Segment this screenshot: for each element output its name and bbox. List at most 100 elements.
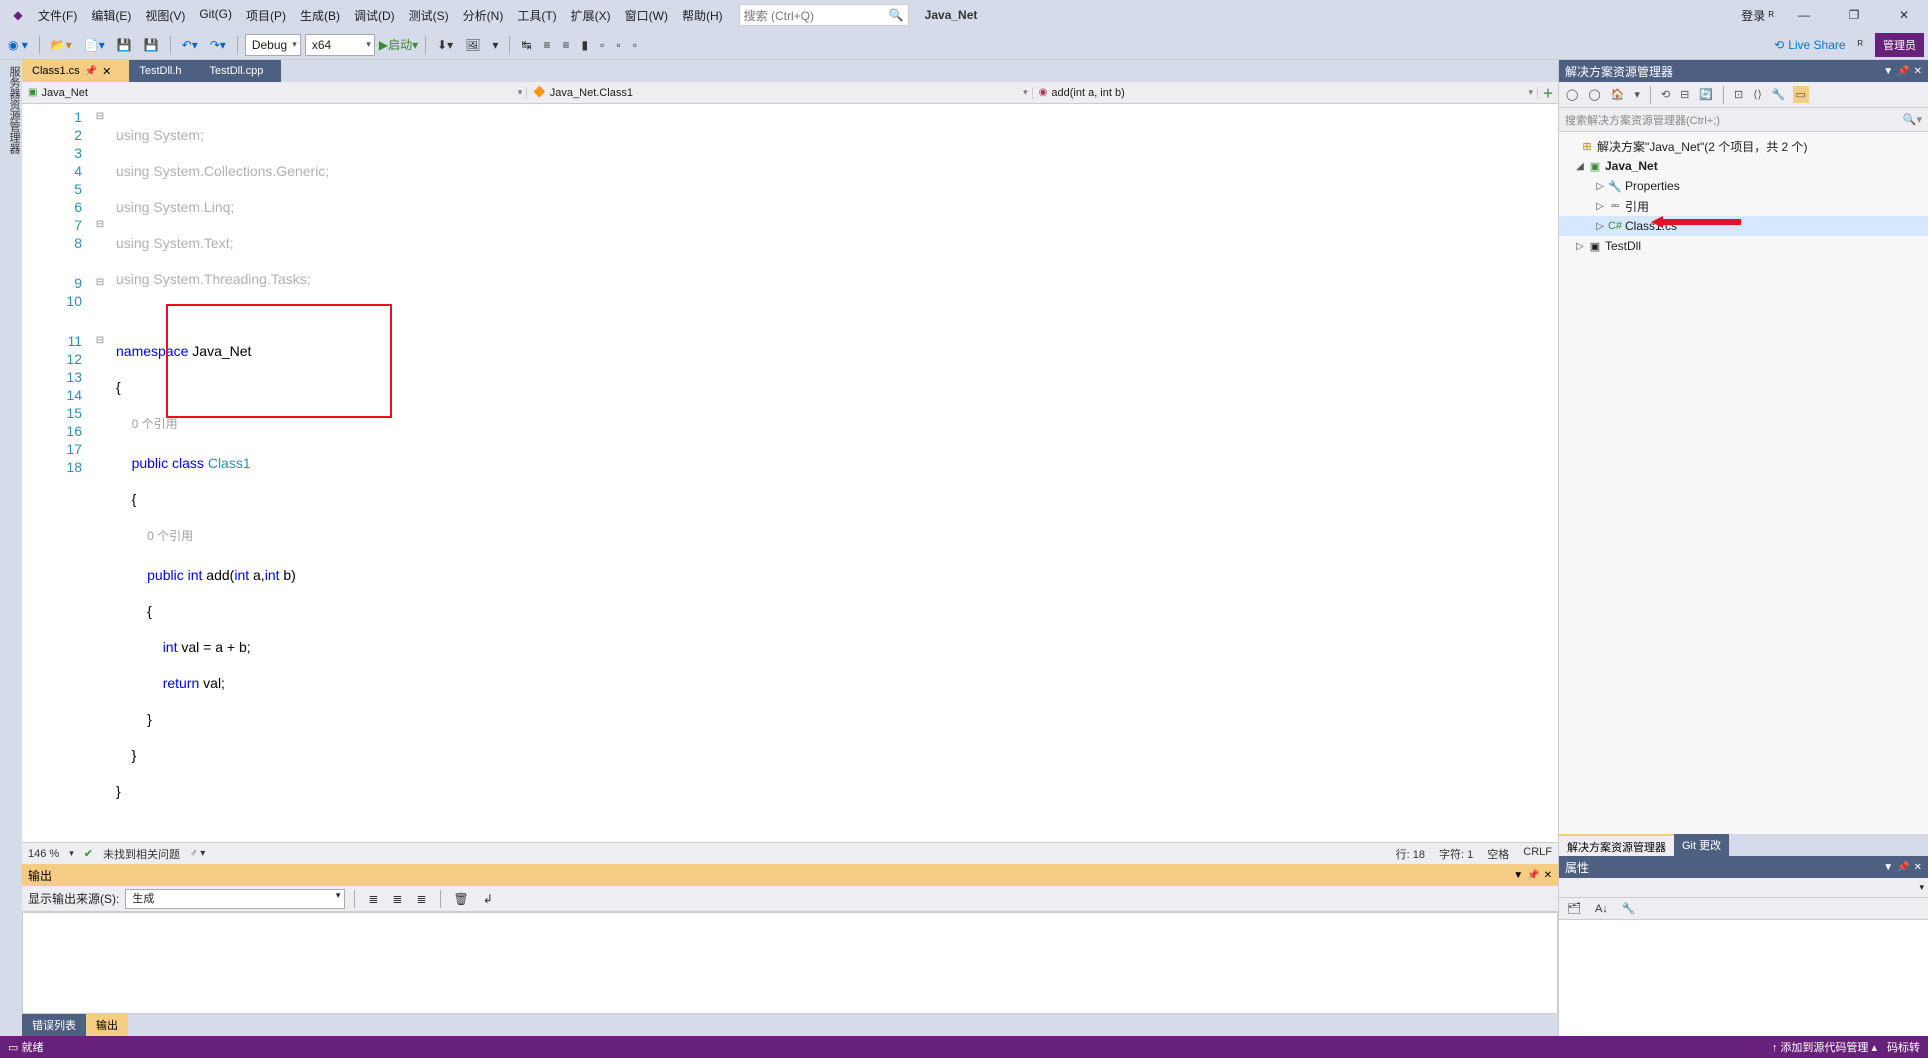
status-repo[interactable]: 码标转 <box>1887 1039 1920 1055</box>
config-select[interactable]: Debug <box>245 34 301 56</box>
save-button[interactable]: 💾 <box>113 36 136 54</box>
tree-references[interactable]: ▷▫▫引用 <box>1559 196 1928 216</box>
sol-preview[interactable]: 🔧 <box>1769 86 1789 103</box>
out-btn-1[interactable]: ≣ <box>364 890 382 908</box>
prop-page-button[interactable]: 🔧 <box>1618 900 1640 917</box>
tree-project-testdll[interactable]: ▷▣TestDll <box>1559 236 1928 256</box>
menu-project[interactable]: 项目(P) <box>240 3 292 28</box>
step-button[interactable]: ⬇▾ <box>433 36 457 54</box>
dropdown-icon[interactable]: ▼ <box>1883 66 1893 77</box>
pin-icon[interactable]: 📌 <box>1897 66 1909 77</box>
prop-cat-button[interactable]: 🗂 <box>1563 900 1585 917</box>
redo-button[interactable]: ↷▾ <box>206 36 230 54</box>
minimize-button[interactable]: — <box>1784 8 1824 22</box>
dropdown-icon[interactable]: ▼ <box>1513 870 1523 881</box>
out-btn-3[interactable]: ≣ <box>412 890 430 908</box>
tool-btn-4[interactable]: ▫ <box>612 36 624 54</box>
sol-back[interactable]: ◯ <box>1563 86 1581 103</box>
close-icon[interactable]: ✕ <box>1544 870 1552 881</box>
sol-showall[interactable]: ⊡ <box>1731 86 1746 103</box>
zoom-level[interactable]: 146 % <box>28 848 59 860</box>
liveshare-button[interactable]: ⟲ Live Share <box>1774 38 1845 52</box>
issues-text[interactable]: 未找到相关问题 <box>103 846 180 862</box>
sol-collapse[interactable]: ⊟ <box>1677 86 1692 103</box>
sol-sync[interactable]: ⟲ <box>1658 86 1673 103</box>
menu-build[interactable]: 生成(B) <box>294 3 346 28</box>
close-icon[interactable]: ✕ <box>1914 66 1922 77</box>
tab-git-changes[interactable]: Git 更改 <box>1674 834 1729 856</box>
tree-project-java[interactable]: ◢▣Java_Net <box>1559 156 1928 176</box>
output-body[interactable] <box>22 912 1558 1014</box>
tab-testdll-cpp[interactable]: TestDll.cpp <box>200 60 282 82</box>
menu-analyze[interactable]: 分析(N) <box>457 3 510 28</box>
tree-class1[interactable]: ▷C#Class1.cs <box>1559 216 1928 236</box>
menu-test[interactable]: 测试(S) <box>403 3 455 28</box>
undo-button[interactable]: ↶▾ <box>178 36 202 54</box>
uncomment-btn[interactable]: ≡ <box>559 36 574 54</box>
tool-btn-5[interactable]: ▫ <box>629 36 641 54</box>
output-source-select[interactable]: 生成 <box>125 889 345 909</box>
menu-tools[interactable]: 工具(T) <box>511 3 562 28</box>
tab-class1[interactable]: Class1.cs 📌 ✕ <box>22 60 129 82</box>
sol-save[interactable]: ▾ <box>1631 86 1643 103</box>
pin-icon[interactable]: 📌 <box>85 66 97 77</box>
comment-btn[interactable]: ≡ <box>540 36 555 54</box>
indent-mode[interactable]: 空格 <box>1487 846 1509 862</box>
menu-edit[interactable]: 编辑(E) <box>85 3 137 28</box>
nav-member[interactable]: ◉add(int a, int b) <box>1033 87 1538 99</box>
open-file-button[interactable]: 📄▾ <box>80 36 109 54</box>
tab-solution-explorer[interactable]: 解决方案资源管理器 <box>1559 834 1674 856</box>
sol-fwd[interactable]: ◯ <box>1585 86 1603 103</box>
code-area[interactable]: using System; using System.Collections.G… <box>112 104 1558 842</box>
nav-type[interactable]: 🔶Java_Net.Class1 <box>527 87 1032 99</box>
sol-refresh[interactable]: 🔄 <box>1696 86 1716 103</box>
solution-search[interactable]: 搜索解决方案资源管理器(Ctrl+;)🔍▾ <box>1559 108 1928 132</box>
quick-search[interactable]: 搜索 (Ctrl+Q) 🔍 <box>739 4 909 26</box>
status-add-source[interactable]: ↑ 添加到源代码管理 ▴ <box>1772 1039 1877 1055</box>
code-editor[interactable]: 123 456 789 101112 131415 161718 ⊟ ⊟⊟ ⊟ … <box>22 104 1558 842</box>
start-debug-button[interactable]: ▶ 启动 ▾ <box>379 36 418 53</box>
eol-mode[interactable]: CRLF <box>1523 846 1552 862</box>
tree-solution[interactable]: ⊞解决方案"Java_Net"(2 个项目，共 2 个) <box>1559 136 1928 156</box>
prop-az-button[interactable]: A↓ <box>1591 901 1612 917</box>
nav-add-button[interactable]: ＋ <box>1538 85 1558 101</box>
close-button[interactable]: ✕ <box>1884 8 1924 22</box>
properties-panel: 属性 ▼📌✕ ▾ 🗂 A↓ 🔧 <box>1559 856 1928 1036</box>
menu-extensions[interactable]: 扩展(X) <box>565 3 617 28</box>
new-project-button[interactable]: 📂▾ <box>47 36 76 54</box>
tab-error-list[interactable]: 错误列表 <box>22 1014 86 1036</box>
platform-select[interactable]: x64 <box>305 34 375 56</box>
tab-output[interactable]: 输出 <box>86 1014 128 1036</box>
pin-icon[interactable]: 📌 <box>1527 870 1539 881</box>
output-source-label: 显示输出来源(S): <box>28 890 119 907</box>
menu-help[interactable]: 帮助(H) <box>676 3 729 28</box>
out-btn-2[interactable]: ≣ <box>388 890 406 908</box>
tab-testdll-h[interactable]: TestDll.h <box>129 60 199 82</box>
sol-prop[interactable]: ⟨⟩ <box>1750 86 1765 103</box>
out-wrap-button[interactable]: ↲ <box>479 890 497 908</box>
tool-btn-2[interactable]: ▾ <box>488 36 502 54</box>
bookmark-btn[interactable]: ▮ <box>578 36 593 54</box>
signin-link[interactable]: 登录 ᴿ <box>1741 7 1774 24</box>
out-clear-button[interactable]: 🗑 <box>450 890 473 908</box>
close-tab-icon[interactable]: ✕ <box>102 65 111 78</box>
tool-btn-3[interactable]: ▫ <box>596 36 608 54</box>
properties-body[interactable] <box>1559 920 1928 1036</box>
server-explorer-tab[interactable]: 服务器资源管理器 <box>6 66 22 1036</box>
sol-home[interactable]: 🏠 <box>1608 86 1628 103</box>
nav-project[interactable]: ▣Java_Net <box>22 87 527 99</box>
indent-btn[interactable]: ↹ <box>517 36 535 54</box>
nav-back-button[interactable]: ◉ ▾ <box>4 36 32 54</box>
solution-name: Java_Net <box>925 8 978 22</box>
tree-properties[interactable]: ▷🔧Properties <box>1559 176 1928 196</box>
tool-btn-1[interactable]: 🖼 <box>461 36 484 54</box>
menu-debug[interactable]: 调试(D) <box>348 3 401 28</box>
sol-view[interactable]: ▭ <box>1793 86 1809 103</box>
save-all-button[interactable]: 💾 <box>140 36 163 54</box>
menu-file[interactable]: 文件(F) <box>32 3 83 28</box>
menu-window[interactable]: 窗口(W) <box>619 3 674 28</box>
menu-git[interactable]: Git(G) <box>193 3 238 28</box>
feedback-icon[interactable]: ᴿ <box>1854 36 1867 54</box>
maximize-button[interactable]: ❐ <box>1834 8 1874 22</box>
menu-view[interactable]: 视图(V) <box>139 3 191 28</box>
